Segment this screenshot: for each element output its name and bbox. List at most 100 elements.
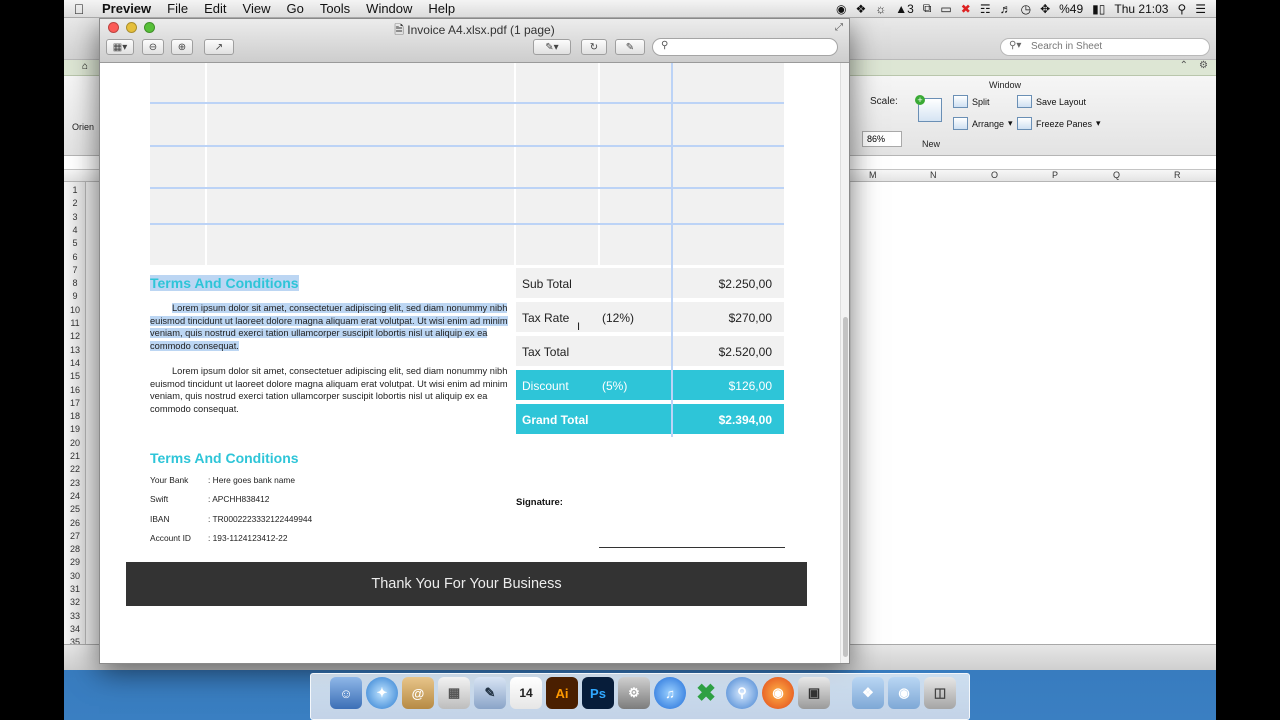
markup-button[interactable]: ✎▾: [533, 39, 571, 55]
column-header[interactable]: M: [869, 170, 877, 180]
collapse-ribbon-icon[interactable]: ⌃: [1180, 60, 1188, 71]
row-header[interactable]: 10: [64, 305, 86, 315]
column-header[interactable]: P: [1052, 170, 1058, 180]
row-header[interactable]: 17: [64, 398, 86, 408]
arrange-button[interactable]: Arrange ▾: [953, 117, 1013, 130]
spotlight-icon[interactable]: ⚲: [1177, 2, 1186, 16]
row-header[interactable]: 9: [64, 291, 86, 301]
row-header[interactable]: 32: [64, 597, 86, 607]
row-header[interactable]: 11: [64, 318, 86, 328]
dropbox-icon[interactable]: ❖: [856, 2, 867, 16]
row-header[interactable]: 24: [64, 491, 86, 501]
row-header[interactable]: 26: [64, 518, 86, 528]
row-header[interactable]: 21: [64, 451, 86, 461]
calculator-icon[interactable]: ▦: [438, 677, 470, 709]
calendar-icon[interactable]: 14: [510, 677, 542, 709]
row-header[interactable]: 4: [64, 225, 86, 235]
row-header[interactable]: 12: [64, 331, 86, 341]
menu-go[interactable]: Go: [278, 1, 311, 16]
trash-icon[interactable]: ◫: [924, 677, 956, 709]
terms-paragraph-2[interactable]: Lorem ipsum dolor sit amet, consectetuer…: [150, 365, 514, 415]
row-header[interactable]: 6: [64, 252, 86, 262]
row-header[interactable]: 2: [64, 198, 86, 208]
sync-icon[interactable]: ✥: [1040, 2, 1050, 16]
airplay-icon[interactable]: ▭: [940, 2, 951, 16]
row-header[interactable]: 20: [64, 438, 86, 448]
volume-icon[interactable]: ♬: [1000, 2, 1012, 16]
row-header[interactable]: 25: [64, 504, 86, 514]
column-header[interactable]: Q: [1113, 170, 1120, 180]
row-header[interactable]: 30: [64, 571, 86, 581]
new-window-icon[interactable]: +: [915, 95, 942, 122]
home-icon[interactable]: ⌂: [82, 61, 88, 72]
terms-heading-selected[interactable]: Terms And Conditions: [150, 275, 299, 291]
notification-center-icon[interactable]: ☰: [1195, 2, 1206, 16]
row-header[interactable]: 14: [64, 358, 86, 368]
row-header[interactable]: 16: [64, 385, 86, 395]
wifi-icon[interactable]: ☶: [980, 2, 991, 16]
contacts-icon[interactable]: @: [402, 677, 434, 709]
excel-icon[interactable]: ✖: [690, 677, 722, 709]
menu-app-name[interactable]: Preview: [94, 1, 159, 16]
finder-icon[interactable]: ☺: [330, 677, 362, 709]
orientation-label[interactable]: Orien: [72, 122, 94, 132]
row-header[interactable]: 19: [64, 424, 86, 434]
share-button[interactable]: ↗: [204, 39, 234, 55]
save-layout-button[interactable]: Save Layout: [1017, 95, 1086, 108]
spreadsheet-grid[interactable]: [851, 182, 1216, 662]
row-header[interactable]: 34: [64, 624, 86, 634]
record-icon[interactable]: ◉: [836, 2, 846, 16]
menu-file[interactable]: File: [159, 1, 196, 16]
excel-search-field[interactable]: ⚲▾ Search in Sheet: [1000, 38, 1210, 56]
row-header[interactable]: 22: [64, 464, 86, 474]
preview-photos-icon[interactable]: ▣: [798, 677, 830, 709]
bluetooth-off-icon[interactable]: ✖: [961, 2, 971, 16]
row-header[interactable]: 1: [64, 185, 86, 195]
row-header[interactable]: 23: [64, 478, 86, 488]
notification-count-badge[interactable]: ▲3: [895, 2, 914, 16]
battery-icon[interactable]: ▮▯: [1092, 2, 1105, 16]
row-header[interactable]: 13: [64, 345, 86, 355]
sidebar-toggle-button[interactable]: ▦▾: [106, 39, 134, 55]
applications-folder-icon[interactable]: ❖: [852, 677, 884, 709]
creative-cloud-icon[interactable]: ☼: [875, 2, 886, 16]
scroll-thumb[interactable]: [843, 317, 848, 657]
zoom-in-button[interactable]: ⊕: [171, 39, 193, 55]
rotate-button[interactable]: ↻: [581, 39, 607, 55]
row-header[interactable]: 29: [64, 557, 86, 567]
new-window-label[interactable]: New: [922, 139, 940, 149]
annotate-button[interactable]: ✎: [615, 39, 645, 55]
row-header[interactable]: 33: [64, 611, 86, 621]
freeze-panes-button[interactable]: Freeze Panes ▾: [1017, 117, 1101, 130]
itunes-icon[interactable]: ♫: [654, 677, 686, 709]
scale-input[interactable]: 86%: [862, 131, 902, 147]
row-header[interactable]: 18: [64, 411, 86, 421]
window-icon[interactable]: ⧉: [923, 1, 932, 16]
column-header[interactable]: N: [930, 170, 937, 180]
row-header[interactable]: 8: [64, 278, 86, 288]
downloads-folder-icon[interactable]: ◉: [888, 677, 920, 709]
firefox-icon[interactable]: ◉: [762, 677, 794, 709]
battery-percent[interactable]: %49: [1059, 2, 1083, 16]
preview-search-field[interactable]: ⚲: [652, 38, 838, 56]
illustrator-icon[interactable]: Ai: [546, 677, 578, 709]
row-header[interactable]: 31: [64, 584, 86, 594]
row-header[interactable]: 15: [64, 371, 86, 381]
terms-paragraph-1[interactable]: Lorem ipsum dolor sit amet, consectetuer…: [150, 302, 514, 352]
row-header[interactable]: 7: [64, 265, 86, 275]
safari-icon[interactable]: ✦: [366, 677, 398, 709]
column-header[interactable]: O: [991, 170, 998, 180]
quicktime-icon[interactable]: ⚲: [726, 677, 758, 709]
row-header[interactable]: 28: [64, 544, 86, 554]
clock[interactable]: Thu 21:03: [1114, 2, 1168, 16]
column-header[interactable]: R: [1174, 170, 1181, 180]
row-header[interactable]: 27: [64, 531, 86, 541]
menu-window[interactable]: Window: [358, 1, 420, 16]
menu-help[interactable]: Help: [420, 1, 463, 16]
split-button[interactable]: Split: [953, 95, 990, 108]
vertical-scrollbar[interactable]: [840, 63, 849, 663]
menu-edit[interactable]: Edit: [196, 1, 234, 16]
row-header[interactable]: 5: [64, 238, 86, 248]
time-machine-icon[interactable]: ◷: [1021, 2, 1031, 16]
row-header[interactable]: 3: [64, 212, 86, 222]
